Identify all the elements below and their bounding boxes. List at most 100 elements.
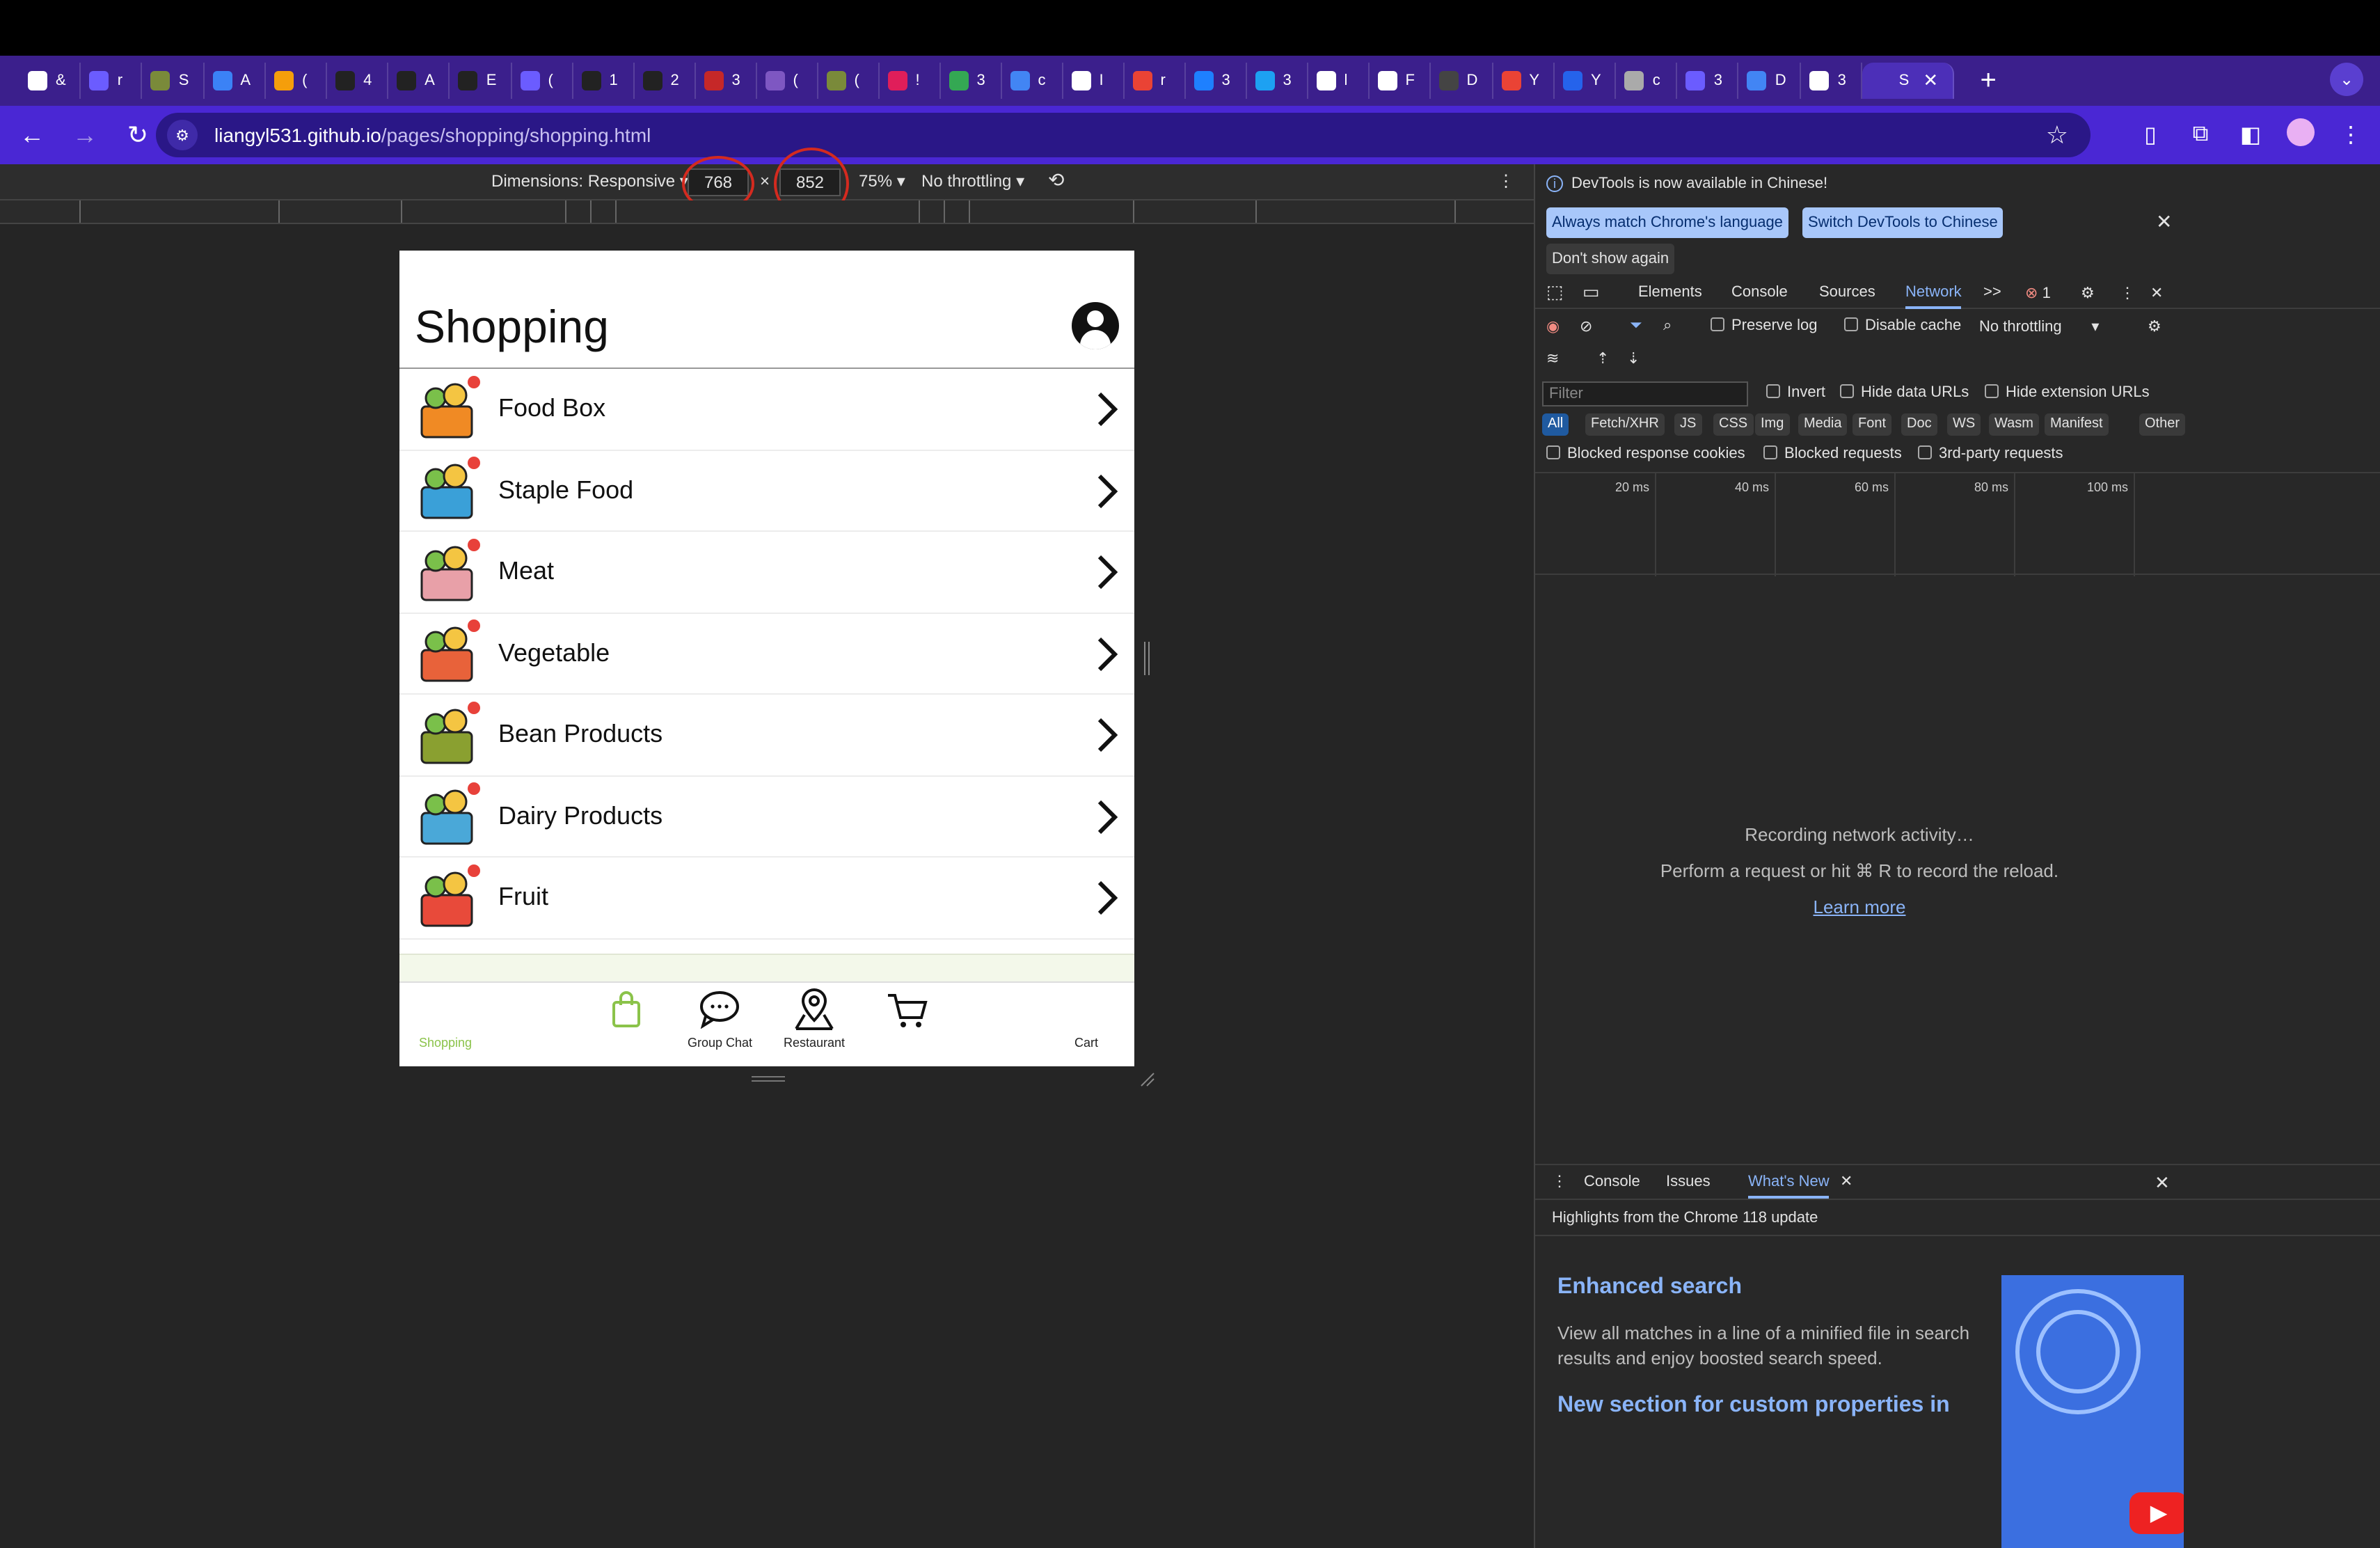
dont-show-again-button[interactable]: Don't show again [1546, 244, 1675, 274]
browser-tab[interactable]: ( [511, 63, 573, 99]
drawer-tab-whats-new[interactable]: What's New [1748, 1174, 1830, 1199]
devtools-settings-icon[interactable]: ⚙ [2081, 284, 2095, 302]
drawer-tab-console[interactable]: Console [1584, 1174, 1640, 1190]
tab-sources[interactable]: Sources [1819, 284, 1875, 301]
preserve-log-checkbox[interactable]: Preserve log [1711, 317, 1818, 334]
tab-network[interactable]: Network [1905, 284, 1962, 309]
filter-chip[interactable]: Doc [1901, 413, 1937, 436]
browser-tab[interactable]: ! [879, 63, 941, 99]
user-avatar-icon[interactable] [1072, 302, 1119, 349]
browser-tab[interactable]: 3 [1246, 63, 1308, 99]
bottom-resize-handle[interactable] [752, 1076, 785, 1082]
reload-button[interactable]: ↻ [117, 114, 159, 156]
filter-chip[interactable]: WS [1947, 413, 1981, 436]
close-banner-icon[interactable]: ✕ [2156, 210, 2172, 234]
browser-tab[interactable]: l [1308, 63, 1370, 99]
filter-chip[interactable]: CSS [1713, 413, 1754, 436]
switch-chinese-button[interactable]: Switch DevTools to Chinese [1802, 207, 2004, 238]
browser-tab[interactable]: 3 [1185, 63, 1247, 99]
browser-tab[interactable]: S [143, 63, 205, 99]
category-row[interactable]: Vegetable [399, 613, 1134, 695]
device-toggle-icon[interactable]: ▭ [1582, 281, 1600, 303]
play-video-icon[interactable]: ▶ [2129, 1492, 2184, 1534]
tab-console[interactable]: Console [1731, 284, 1788, 301]
cart-icon[interactable] [887, 991, 928, 1037]
category-row[interactable]: Fruit [399, 858, 1134, 939]
right-resize-handle[interactable] [1144, 642, 1150, 675]
category-row[interactable]: Dairy Products [399, 776, 1134, 858]
filter-chip[interactable]: JS [1674, 413, 1702, 436]
more-tabs-button[interactable]: >> [1983, 284, 2001, 301]
enhanced-search-title[interactable]: Enhanced search [1557, 1275, 1742, 1300]
browser-tab[interactable]: c [1617, 63, 1678, 99]
drawer-menu-icon[interactable]: ⋮ [1552, 1172, 1567, 1190]
tab-search-button[interactable]: ⌄ [2330, 63, 2363, 96]
error-counter[interactable]: ⊗ 1 [2025, 284, 2051, 302]
side-panel-icon[interactable]: ◧ [2235, 121, 2266, 149]
close-whats-new-icon[interactable]: ✕ [1840, 1172, 1853, 1190]
devtools-close-icon[interactable]: ✕ [2150, 284, 2163, 302]
browser-tab[interactable]: S ✕ [1862, 63, 1954, 99]
browser-tab[interactable]: E [450, 63, 512, 99]
invert-checkbox[interactable]: Invert [1766, 384, 1825, 401]
inspect-element-icon[interactable]: ⬚ [1546, 281, 1564, 303]
browser-tab[interactable]: 2 [634, 63, 696, 99]
filter-input[interactable]: Filter [1542, 381, 1748, 406]
browser-tab[interactable]: Y [1555, 63, 1617, 99]
match-language-button[interactable]: Always match Chrome's language [1546, 207, 1788, 238]
group-chat-icon[interactable] [699, 990, 743, 1036]
search-icon[interactable]: ⌕ [1663, 317, 1672, 335]
throttling-dropdown[interactable]: No throttling ▾ [921, 171, 1024, 191]
category-row[interactable]: Food Box [399, 369, 1134, 450]
network-conditions-icon[interactable]: ≋ [1546, 349, 1559, 368]
nav-group-chat-label[interactable]: Group Chat [688, 1036, 752, 1050]
filter-chip[interactable]: Fetch/XHR [1585, 413, 1665, 436]
browser-tab[interactable]: I [1063, 63, 1125, 99]
browser-tab[interactable]: D [1739, 63, 1802, 99]
forward-button[interactable]: → [64, 114, 106, 156]
learn-more-link[interactable]: Learn more [1535, 897, 2184, 917]
tab-elements[interactable]: Elements [1638, 284, 1702, 301]
browser-tab[interactable]: ( [818, 63, 880, 99]
browser-tab[interactable]: A [204, 63, 267, 99]
custom-properties-title[interactable]: New section for custom properties in [1557, 1393, 1950, 1419]
browser-tab[interactable]: 3 [1678, 63, 1739, 99]
category-row[interactable]: Bean Products [399, 695, 1134, 776]
whats-new-video-thumbnail[interactable]: ▶ [2001, 1275, 2184, 1548]
import-har-icon[interactable]: ⇡ [1596, 349, 1609, 368]
profile-avatar[interactable] [2285, 118, 2316, 152]
browser-tab[interactable]: 3 [695, 63, 757, 99]
corner-resize-handle[interactable] [1139, 1071, 1155, 1087]
record-icon[interactable]: ◉ [1546, 317, 1560, 335]
filter-icon[interactable]: ⏷ [1630, 317, 1642, 335]
restaurant-pin-icon[interactable] [793, 987, 835, 1038]
filter-chip[interactable]: Other [2139, 413, 2186, 436]
filter-chip[interactable]: Img [1755, 413, 1790, 436]
shopping-bag-icon[interactable] [611, 990, 642, 1036]
filter-chip[interactable]: All [1542, 413, 1569, 436]
close-tab-icon[interactable]: ✕ [1923, 70, 1938, 92]
browser-tab[interactable]: A [388, 63, 450, 99]
browser-tab[interactable]: 3 [1802, 63, 1863, 99]
zoom-dropdown[interactable]: 75% ▾ [859, 171, 905, 191]
browser-tab[interactable]: 1 [573, 63, 635, 99]
new-tab-button[interactable]: + [1973, 65, 2004, 97]
network-settings-icon[interactable]: ⚙ [2148, 317, 2161, 335]
browser-tab[interactable]: D [1430, 63, 1493, 99]
browser-tab[interactable]: r [1124, 63, 1186, 99]
back-button[interactable]: ← [11, 114, 53, 156]
hide-data-urls-checkbox[interactable]: Hide data URLs [1840, 384, 1969, 401]
blocked-requests-checkbox[interactable]: Blocked requests [1763, 445, 1902, 462]
devtools-menu-icon[interactable]: ⋮ [2120, 284, 2135, 302]
browser-tab[interactable]: ( [756, 63, 818, 99]
browser-tab[interactable]: ( [266, 63, 328, 99]
extension-icon[interactable]: ▯ [2135, 121, 2166, 149]
nav-shopping-label[interactable]: Shopping [419, 1036, 472, 1050]
browser-tab[interactable]: Y [1493, 63, 1555, 99]
bookmark-star-icon[interactable]: ☆ [2046, 120, 2068, 150]
browser-tab[interactable]: 3 [940, 63, 1002, 99]
browser-tab[interactable]: & [19, 63, 81, 99]
dimensions-dropdown[interactable]: Dimensions: Responsive ▾ [491, 171, 688, 191]
browser-menu-icon[interactable]: ⋮ [2335, 121, 2366, 149]
filter-chip[interactable]: Media [1798, 413, 1848, 436]
